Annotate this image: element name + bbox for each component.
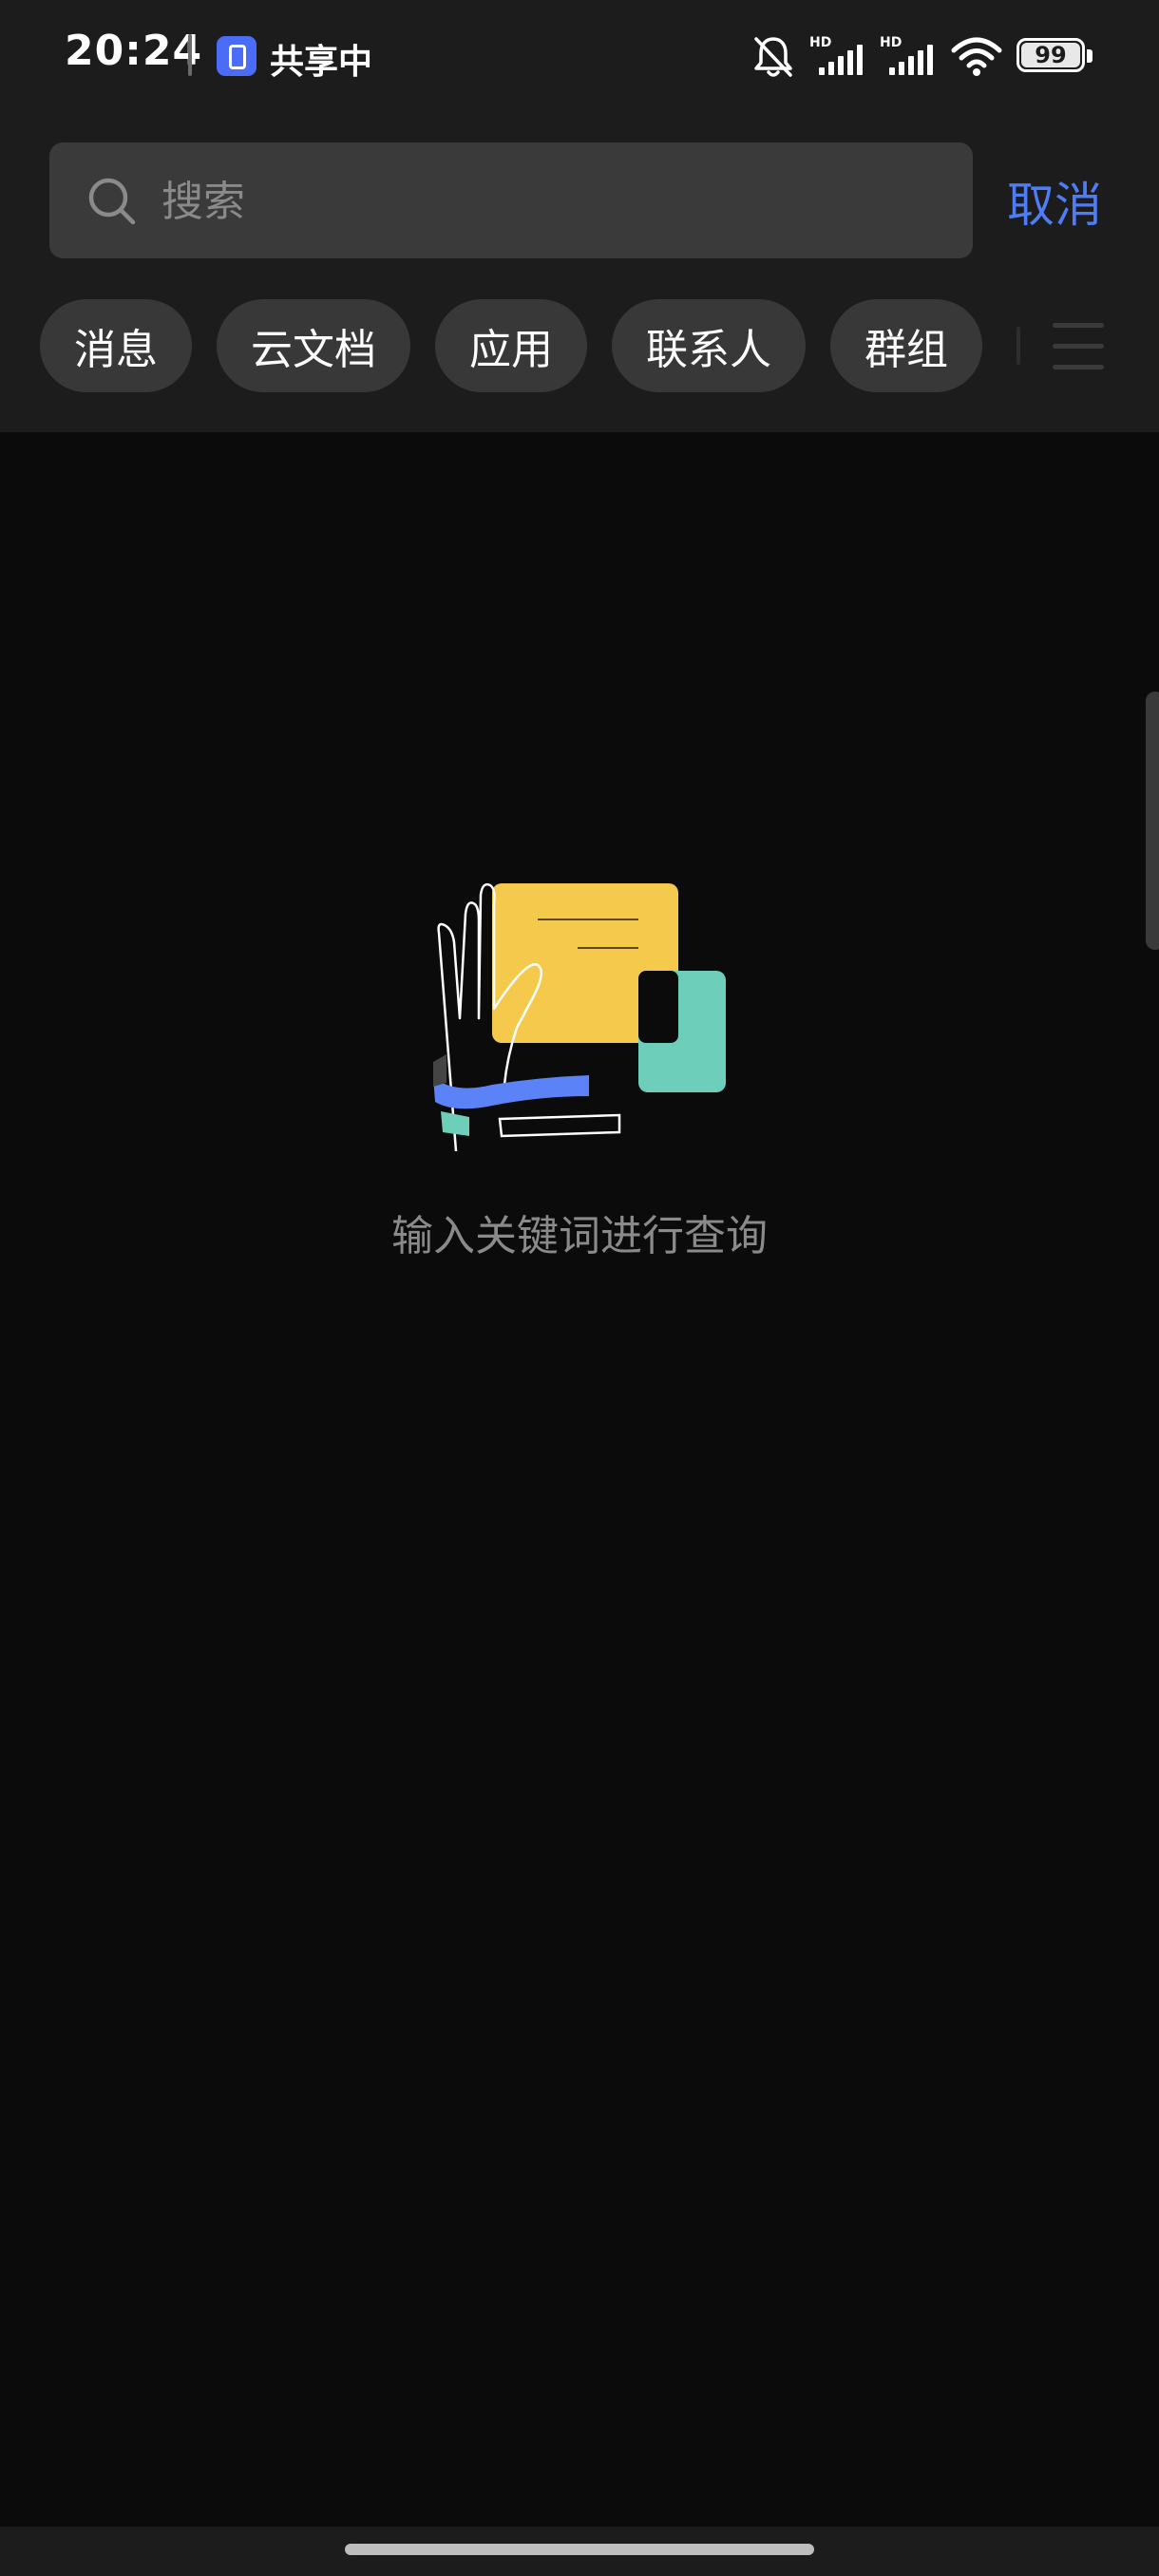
svg-text:HD: HD	[809, 35, 831, 50]
filter-chip-row: 消息 云文档 应用 联系人 群组	[40, 299, 982, 392]
chip-messages[interactable]: 消息	[40, 299, 192, 392]
home-indicator[interactable]	[345, 2544, 814, 2555]
battery-level: 99	[1035, 42, 1067, 68]
status-divider	[188, 34, 192, 76]
chip-apps[interactable]: 应用	[435, 299, 587, 392]
scroll-handle[interactable]	[1146, 691, 1159, 950]
share-app-icon	[217, 36, 256, 76]
header-region: 20:24 共享中 HD HD 99 搜索 取消 消息 云文档 应用 联系人 群…	[0, 0, 1159, 432]
status-icons: HD HD 99	[750, 28, 1094, 85]
status-bar: 20:24 共享中 HD HD 99	[0, 0, 1159, 112]
empty-state-hint: 输入关键词进行查询	[391, 1212, 768, 1260]
chip-divider	[1016, 327, 1020, 365]
search-input[interactable]	[160, 163, 942, 239]
hd-signal-icon: HD	[880, 35, 933, 75]
navigation-bar	[0, 2527, 1159, 2576]
status-time: 20:24	[65, 27, 203, 75]
chip-cloud-docs[interactable]: 云文档	[217, 299, 410, 392]
chip-contacts[interactable]: 联系人	[612, 299, 806, 392]
search-icon	[88, 178, 136, 225]
svg-text:HD: HD	[880, 35, 902, 50]
chip-groups[interactable]: 群组	[830, 299, 982, 392]
search-box[interactable]	[49, 142, 973, 258]
hd-signal-icon: HD	[809, 35, 863, 75]
bell-muted-icon	[754, 37, 792, 77]
menu-icon[interactable]	[1053, 323, 1104, 370]
battery-icon: 99	[1016, 38, 1094, 76]
share-status-label: 共享中	[270, 43, 373, 82]
wifi-icon	[951, 37, 1002, 76]
cancel-button[interactable]: 取消	[1007, 167, 1102, 236]
hand-document-illustration	[433, 882, 726, 1151]
